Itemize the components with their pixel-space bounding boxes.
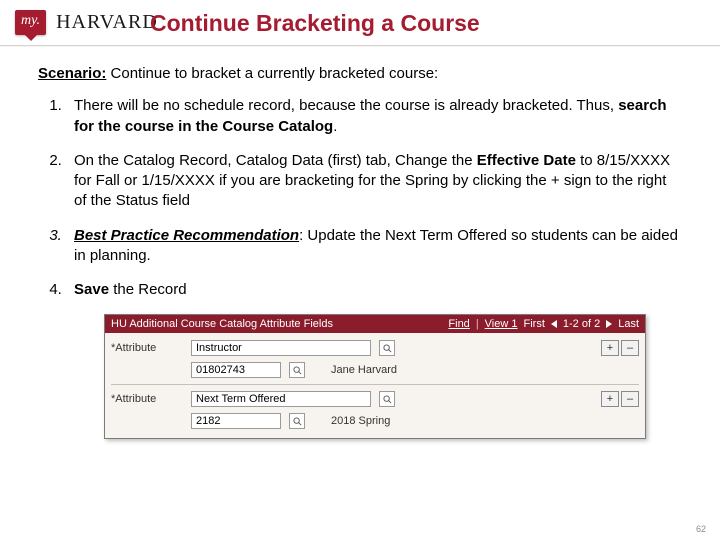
header-divider bbox=[0, 45, 720, 46]
remove-row-button[interactable]: – bbox=[621, 391, 639, 407]
step-1-text-c: . bbox=[333, 118, 337, 135]
logo: my. HARVARD bbox=[15, 2, 158, 42]
page-title: Continue Bracketing a Course bbox=[150, 10, 480, 37]
attr-id-2[interactable] bbox=[191, 413, 281, 429]
row-1-controls: + – bbox=[601, 340, 639, 356]
first-label: First bbox=[524, 317, 545, 332]
step-3-text-a: Best Practice Recommendation bbox=[74, 227, 299, 244]
step-1: There will be no schedule record, becaus… bbox=[66, 96, 682, 137]
panel-body: *Attribute + – bbox=[105, 333, 645, 438]
nav-sep-1: | bbox=[476, 317, 479, 332]
step-4: Save the Record bbox=[66, 280, 682, 300]
screenshot-panel-wrap: HU Additional Course Catalog Attribute F… bbox=[104, 314, 646, 439]
step-2-text-b: Effective Date bbox=[477, 152, 576, 169]
body: Scenario: Continue to bracket a currentl… bbox=[0, 46, 720, 439]
step-3: Best Practice Recommendation: Update the… bbox=[66, 226, 682, 267]
slide: my. HARVARD Continue Bracketing a Course… bbox=[0, 0, 720, 540]
attr-label-2: *Attribute bbox=[111, 392, 183, 407]
row-divider bbox=[111, 384, 639, 385]
attr-row-2: *Attribute + – bbox=[111, 388, 639, 410]
remove-row-button[interactable]: – bbox=[621, 340, 639, 356]
logo-badge: my. bbox=[15, 10, 46, 35]
add-row-button[interactable]: + bbox=[601, 340, 619, 356]
lookup-icon[interactable] bbox=[379, 340, 395, 356]
attr-row-2b: 2018 Spring bbox=[111, 410, 639, 432]
step-4-text-a: Save bbox=[74, 281, 109, 298]
panel-header: HU Additional Course Catalog Attribute F… bbox=[105, 315, 645, 333]
page-number: 62 bbox=[696, 524, 706, 534]
attr-value-1[interactable] bbox=[191, 340, 371, 356]
step-2: On the Catalog Record, Catalog Data (fir… bbox=[66, 151, 682, 212]
view1-link[interactable]: View 1 bbox=[485, 317, 518, 332]
lookup-icon[interactable] bbox=[289, 362, 305, 378]
last-label: Last bbox=[618, 317, 639, 332]
lookup-icon[interactable] bbox=[379, 391, 395, 407]
add-row-button[interactable]: + bbox=[601, 391, 619, 407]
attr-value-2[interactable] bbox=[191, 391, 371, 407]
attr-id-1[interactable] bbox=[191, 362, 281, 378]
scenario-label: Scenario: bbox=[38, 65, 106, 82]
range-label: 1-2 of 2 bbox=[563, 317, 600, 332]
step-1-text-a: There will be no schedule record, becaus… bbox=[74, 97, 618, 114]
step-2-text-a: On the Catalog Record, Catalog Data (fir… bbox=[74, 152, 477, 169]
attr-row-1: *Attribute + – bbox=[111, 337, 639, 359]
attr-row-1b: Jane Harvard bbox=[111, 359, 639, 381]
find-link[interactable]: Find bbox=[448, 317, 469, 332]
panel-title: HU Additional Course Catalog Attribute F… bbox=[111, 317, 333, 332]
step-4-text-b: the Record bbox=[109, 281, 187, 298]
attribute-panel: HU Additional Course Catalog Attribute F… bbox=[104, 314, 646, 439]
arrow-right-icon[interactable] bbox=[606, 320, 612, 328]
header: my. HARVARD Continue Bracketing a Course bbox=[0, 0, 720, 46]
scenario-text: Continue to bracket a currently brackete… bbox=[106, 65, 438, 82]
lookup-icon[interactable] bbox=[289, 413, 305, 429]
attr-label-1: *Attribute bbox=[111, 341, 183, 356]
panel-nav: Find | View 1 First 1-2 of 2 Last bbox=[448, 317, 639, 332]
arrow-left-icon[interactable] bbox=[551, 320, 557, 328]
row-2-controls: + – bbox=[601, 391, 639, 407]
steps-list: There will be no schedule record, becaus… bbox=[38, 96, 682, 300]
logo-wordmark: HARVARD bbox=[56, 11, 158, 34]
attr-resolved-1: Jane Harvard bbox=[331, 363, 397, 378]
attr-resolved-2: 2018 Spring bbox=[331, 414, 390, 429]
scenario-line: Scenario: Continue to bracket a currentl… bbox=[38, 64, 682, 84]
